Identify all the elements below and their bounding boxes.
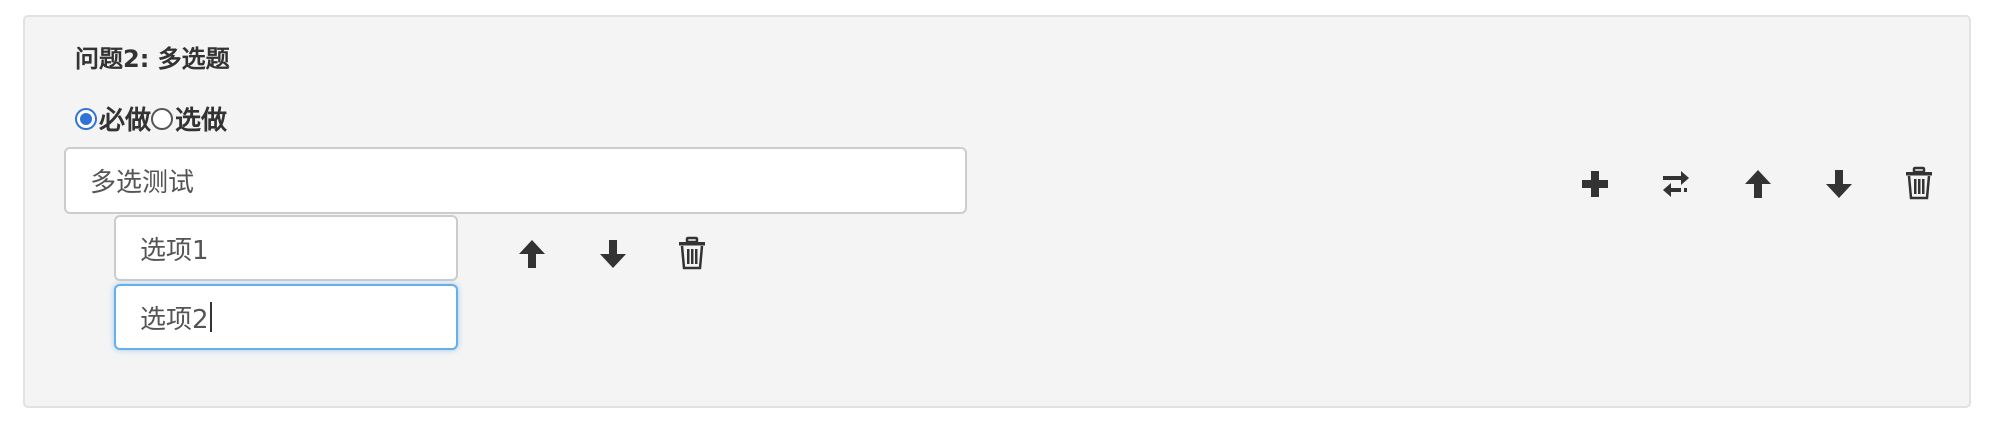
question-title: 问题2: 多选题 [75, 45, 230, 73]
option-input[interactable]: 选项1 [114, 215, 458, 281]
optional-radio[interactable] [151, 107, 174, 130]
option-value: 选项1 [140, 235, 209, 266]
arrow-up-icon[interactable] [515, 237, 549, 271]
arrow-down-icon[interactable] [596, 237, 630, 271]
question-text-value: 多选测试 [90, 168, 195, 198]
trash-icon[interactable] [675, 236, 709, 270]
option-input[interactable]: 选项2 [114, 284, 458, 350]
optional-radio-label[interactable]: 选做 [175, 100, 227, 137]
arrow-up-icon[interactable] [1741, 167, 1775, 201]
plus-icon[interactable] [1578, 167, 1612, 201]
arrow-down-icon[interactable] [1822, 167, 1856, 201]
required-radio-group: 必做 选做 [75, 100, 227, 137]
required-radio-label[interactable]: 必做 [99, 100, 151, 137]
trash-icon[interactable] [1902, 166, 1936, 200]
option-value: 选项2 [140, 304, 209, 335]
question-panel: 问题2: 多选题 必做 选做 多选测试 选项1 选项2 [23, 15, 1971, 408]
question-text-input[interactable]: 多选测试 [64, 147, 967, 214]
text-caret [209, 302, 212, 332]
swap-icon[interactable] [1659, 167, 1693, 201]
required-radio[interactable] [75, 107, 97, 130]
